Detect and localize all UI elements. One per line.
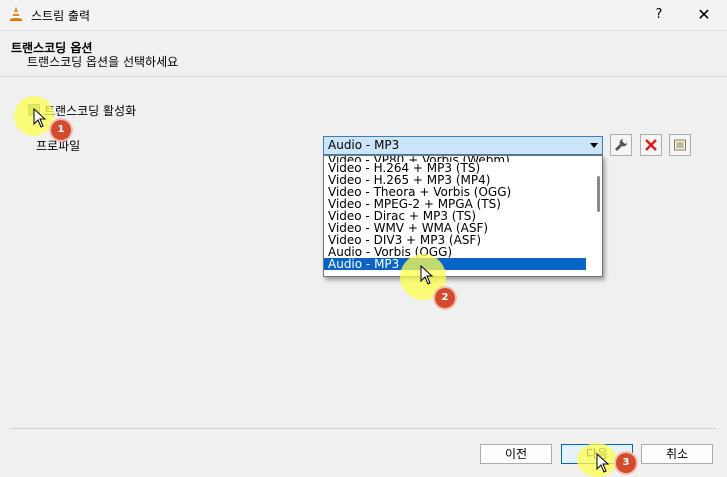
delete-profile-button[interactable]	[640, 134, 662, 156]
mouse-cursor-icon	[596, 453, 610, 473]
new-profile-button[interactable]	[669, 134, 691, 156]
back-button[interactable]: 이전	[480, 444, 552, 464]
close-button[interactable]: ✕	[688, 0, 720, 30]
stream-output-dialog: 스트림 출력 ? ✕ 트랜스코딩 옵션 트랜스코딩 옵션을 선택하세요 트랜스코…	[0, 0, 727, 477]
mouse-cursor-icon	[33, 108, 47, 128]
dropdown-scrollbar[interactable]	[597, 176, 600, 212]
header-divider	[0, 76, 727, 77]
footer-divider	[10, 428, 716, 429]
profile-dropdown-list[interactable]: Video - VP80 + Vorbis (Webm) Video - H.2…	[323, 155, 603, 277]
profile-options: Video - VP80 + Vorbis (Webm) Video - H.2…	[324, 156, 586, 270]
page-subtitle: 트랜스코딩 옵션을 선택하세요	[27, 55, 179, 69]
profile-option-selected[interactable]: Audio - MP3	[324, 258, 586, 270]
page-header: 트랜스코딩 옵션 트랜스코딩 옵션을 선택하세요	[0, 31, 727, 76]
step-1-badge: 1	[51, 120, 71, 140]
vlc-cone-icon	[10, 7, 22, 21]
chevron-down-icon	[590, 143, 598, 148]
profile-select[interactable]: Audio - MP3	[323, 136, 603, 155]
edit-profile-button[interactable]	[610, 134, 632, 156]
enable-transcoding-label[interactable]: 트랜스코딩 활성화	[44, 102, 136, 119]
delete-icon	[645, 139, 657, 151]
cancel-button[interactable]: 취소	[641, 444, 713, 464]
profile-selected-value: Audio - MP3	[328, 138, 400, 152]
wrench-icon	[615, 139, 627, 151]
title-bar: 스트림 출력 ? ✕	[0, 0, 727, 31]
mouse-cursor-icon	[420, 265, 434, 285]
step-2-badge: 2	[435, 288, 455, 308]
window-title: 스트림 출력	[31, 9, 91, 23]
new-profile-icon	[674, 139, 686, 151]
help-button[interactable]: ?	[645, 0, 673, 30]
step-3-badge: 3	[616, 453, 636, 473]
